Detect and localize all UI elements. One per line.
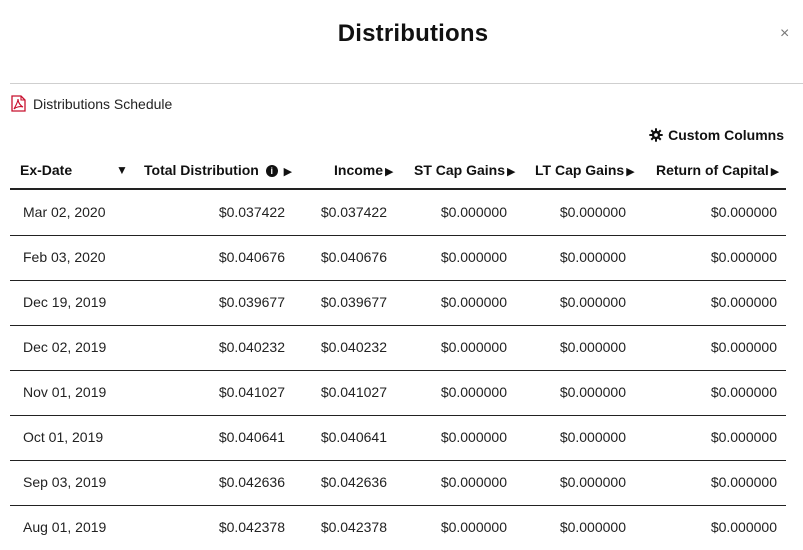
- sort-arrow-icon: ▶: [770, 166, 780, 178]
- header-st-cap-gains[interactable]: ST Cap Gains ▶: [414, 160, 516, 180]
- cell-income: $0.039677: [320, 294, 387, 310]
- cell-income: $0.037422: [320, 204, 387, 220]
- cell-ex-date: Aug 01, 2019: [23, 519, 107, 535]
- header-ex-date[interactable]: Ex-Date: [20, 160, 72, 180]
- cell-ex-date: Dec 02, 2019: [23, 339, 107, 355]
- cell-total: $0.041027: [218, 384, 285, 400]
- cell-return-of-capital: $0.000000: [710, 204, 777, 220]
- cell-total: $0.042378: [218, 519, 285, 535]
- sort-arrow-icon: ▶: [385, 166, 394, 178]
- cell-st-cap-gains: $0.000000: [440, 204, 507, 220]
- cell-total: $0.040641: [218, 429, 285, 445]
- cell-return-of-capital: $0.000000: [710, 249, 777, 265]
- cell-lt-cap-gains: $0.000000: [559, 429, 626, 445]
- cell-ex-date: Mar 02, 2020: [23, 204, 106, 220]
- info-icon[interactable]: i: [265, 165, 278, 178]
- cell-income: $0.042378: [320, 519, 387, 535]
- header-total-label: Total Distribution: [144, 162, 259, 178]
- dialog-title: Distributions: [337, 20, 489, 47]
- cell-lt-cap-gains: $0.000000: [559, 384, 626, 400]
- sort-arrow-icon: ▶: [283, 166, 293, 178]
- cell-lt-cap-gains: $0.000000: [559, 339, 626, 355]
- cell-st-cap-gains: $0.000000: [440, 474, 507, 490]
- cell-lt-cap-gains: $0.000000: [559, 519, 626, 535]
- table-row: Nov 01, 2019 $0.041027 $0.041027 $0.0000…: [10, 370, 786, 416]
- sort-arrow-icon: ▶: [626, 166, 635, 178]
- header-total-distribution[interactable]: Total Distribution i ▶: [144, 160, 292, 180]
- cell-income: $0.040641: [320, 429, 387, 445]
- cell-ex-date: Oct 01, 2019: [23, 429, 104, 445]
- header-income[interactable]: Income ▶: [334, 160, 393, 180]
- table-row: Mar 02, 2020 $0.037422 $0.037422 $0.0000…: [10, 190, 786, 236]
- cell-ex-date: Dec 19, 2019: [23, 294, 107, 310]
- table-row: Aug 01, 2019 $0.042378 $0.042378 $0.0000…: [10, 505, 786, 550]
- header-lt-cap-gains[interactable]: LT Cap Gains ▶: [535, 160, 635, 180]
- distributions-schedule-label: Distributions Schedule: [33, 95, 173, 112]
- pdf-icon: [10, 95, 27, 112]
- cell-return-of-capital: $0.000000: [710, 429, 777, 445]
- cell-lt-cap-gains: $0.000000: [559, 474, 626, 490]
- cell-total: $0.042636: [218, 474, 285, 490]
- table-row: Oct 01, 2019 $0.040641 $0.040641 $0.0000…: [10, 415, 786, 461]
- header-st-cap-gains-label: ST Cap Gains: [414, 162, 506, 178]
- cell-return-of-capital: $0.000000: [710, 519, 777, 535]
- cell-st-cap-gains: $0.000000: [440, 429, 507, 445]
- table-row: Sep 03, 2019 $0.042636 $0.042636 $0.0000…: [10, 460, 786, 506]
- table-row: Dec 02, 2019 $0.040232 $0.040232 $0.0000…: [10, 325, 786, 371]
- cell-income: $0.042636: [320, 474, 387, 490]
- cell-total: $0.040232: [218, 339, 285, 355]
- cell-st-cap-gains: $0.000000: [440, 519, 507, 535]
- cell-return-of-capital: $0.000000: [710, 339, 777, 355]
- header-income-label: Income: [334, 162, 384, 178]
- header-return-of-capital[interactable]: Return of Capital ▶: [656, 160, 779, 180]
- cell-total: $0.039677: [218, 294, 285, 310]
- cell-total: $0.037422: [218, 204, 285, 220]
- cell-st-cap-gains: $0.000000: [440, 384, 507, 400]
- header-lt-cap-gains-label: LT Cap Gains: [535, 162, 625, 178]
- cell-ex-date: Sep 03, 2019: [23, 474, 107, 490]
- cell-lt-cap-gains: $0.000000: [559, 249, 626, 265]
- table-row: Feb 03, 2020 $0.040676 $0.040676 $0.0000…: [10, 235, 786, 281]
- cell-total: $0.040676: [218, 249, 285, 265]
- cell-income: $0.040676: [320, 249, 387, 265]
- cell-st-cap-gains: $0.000000: [440, 294, 507, 310]
- title-divider: [10, 83, 803, 84]
- cell-st-cap-gains: $0.000000: [440, 249, 507, 265]
- cell-lt-cap-gains: $0.000000: [559, 204, 626, 220]
- cell-income: $0.041027: [320, 384, 387, 400]
- cell-return-of-capital: $0.000000: [710, 384, 777, 400]
- cell-ex-date: Feb 03, 2020: [23, 249, 106, 265]
- distributions-schedule-link[interactable]: Distributions Schedule: [10, 95, 172, 112]
- close-button[interactable]: ×: [780, 26, 789, 42]
- cell-lt-cap-gains: $0.000000: [559, 294, 626, 310]
- sort-desc-icon[interactable]: ▼: [116, 160, 128, 180]
- header-ex-date-label: Ex-Date: [20, 162, 73, 178]
- custom-columns-label: Custom Columns: [668, 127, 784, 143]
- table-row: Dec 19, 2019 $0.039677 $0.039677 $0.0000…: [10, 280, 786, 326]
- close-icon: ×: [780, 25, 790, 42]
- cell-return-of-capital: $0.000000: [710, 294, 777, 310]
- header-return-of-capital-label: Return of Capital: [656, 162, 769, 178]
- cell-st-cap-gains: $0.000000: [440, 339, 507, 355]
- custom-columns-button[interactable]: Custom Columns: [649, 127, 784, 143]
- gear-icon: [649, 128, 663, 142]
- cell-return-of-capital: $0.000000: [710, 474, 777, 490]
- cell-income: $0.040232: [320, 339, 387, 355]
- cell-ex-date: Nov 01, 2019: [23, 384, 107, 400]
- sort-arrow-icon: ▶: [507, 166, 516, 178]
